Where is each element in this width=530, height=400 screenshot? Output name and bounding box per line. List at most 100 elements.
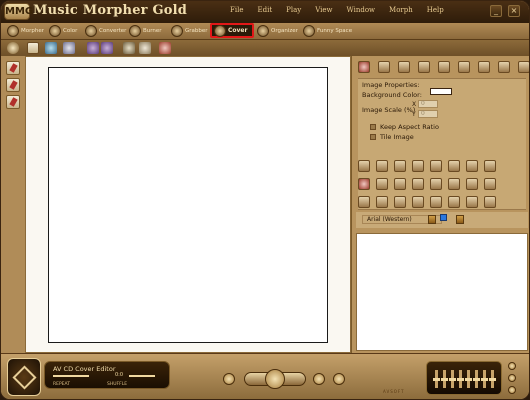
- text-align-4-icon[interactable]: [412, 196, 424, 208]
- preview-icon[interactable]: [139, 42, 151, 54]
- menu-file[interactable]: File: [223, 6, 250, 18]
- text-align-3-icon[interactable]: [394, 196, 406, 208]
- export-icon[interactable]: [159, 42, 171, 54]
- send-back-icon[interactable]: [466, 178, 478, 190]
- bring-front-icon[interactable]: [448, 178, 460, 190]
- home-icon[interactable]: [7, 42, 19, 54]
- color-dropdown-button[interactable]: [456, 215, 464, 224]
- text-align-1-icon[interactable]: [358, 196, 370, 208]
- menu-play[interactable]: Play: [279, 6, 308, 18]
- menu-view[interactable]: View: [308, 6, 339, 18]
- cover-icon: [214, 24, 226, 37]
- duplicate-icon[interactable]: [484, 178, 496, 190]
- cover-canvas[interactable]: [48, 67, 328, 343]
- rotate-icon[interactable]: [418, 61, 430, 73]
- crop-icon[interactable]: [378, 61, 390, 73]
- align-top-left-icon[interactable]: [458, 61, 470, 73]
- menu-window[interactable]: Window: [340, 6, 383, 18]
- align-left-icon[interactable]: [412, 160, 424, 172]
- tab-label: Morpher: [21, 28, 44, 34]
- redo-icon[interactable]: [101, 42, 113, 54]
- scale-x-input[interactable]: 0: [418, 100, 438, 108]
- eq-knob[interactable]: [473, 378, 480, 381]
- eq-knob[interactable]: [433, 378, 440, 381]
- cd-label-icon[interactable]: [6, 95, 20, 109]
- italic-icon[interactable]: [376, 160, 388, 172]
- underline-icon[interactable]: [394, 160, 406, 172]
- text-effect-icon[interactable]: [466, 160, 478, 172]
- save-icon[interactable]: [63, 42, 75, 54]
- open-file-icon[interactable]: [313, 373, 325, 385]
- eq-knob[interactable]: [441, 378, 448, 381]
- tab-morpher[interactable]: Morpher: [7, 24, 44, 38]
- layer-icon[interactable]: [430, 178, 442, 190]
- font-dropdown-button[interactable]: [428, 215, 436, 224]
- align-bottom-right-icon[interactable]: [518, 61, 529, 73]
- text-frame-icon[interactable]: [376, 178, 388, 190]
- tab-organizer[interactable]: Organizer: [257, 24, 298, 38]
- font-row: Arial (Western): [356, 212, 528, 228]
- eq-knob[interactable]: [489, 378, 496, 381]
- cover-text-area[interactable]: [356, 233, 528, 351]
- tab-color[interactable]: Color: [49, 24, 77, 38]
- scale-y-input[interactable]: 0: [418, 110, 438, 118]
- eq-knob[interactable]: [457, 378, 464, 381]
- print-icon[interactable]: [123, 42, 135, 54]
- text-align-2-icon[interactable]: [376, 196, 388, 208]
- align-bottom-left-icon[interactable]: [498, 61, 510, 73]
- eq-reset-icon[interactable]: [508, 374, 516, 382]
- move-icon[interactable]: [398, 61, 410, 73]
- keep-aspect-checkbox[interactable]: [370, 124, 376, 130]
- stretch-icon[interactable]: [438, 61, 450, 73]
- play-icon[interactable]: [265, 369, 285, 389]
- eq-knob[interactable]: [465, 378, 472, 381]
- insert-image-icon[interactable]: [358, 61, 370, 73]
- app-logo-icon: MMG: [4, 3, 33, 20]
- tab-burner[interactable]: Burner: [129, 24, 162, 38]
- stop-icon[interactable]: [223, 373, 235, 385]
- background-color-swatch[interactable]: [430, 88, 452, 95]
- repeat-label[interactable]: REPEAT: [53, 382, 70, 387]
- align-right-icon[interactable]: [448, 160, 460, 172]
- player-title: AV CD Cover Editor: [53, 365, 116, 373]
- text-align-5-icon[interactable]: [430, 196, 442, 208]
- minimize-button[interactable]: _: [490, 5, 502, 17]
- menu-morph[interactable]: Morph: [382, 6, 420, 18]
- text-align-6-icon[interactable]: [448, 196, 460, 208]
- align-center-icon[interactable]: [430, 160, 442, 172]
- tab-funny-space[interactable]: Funny Space: [303, 24, 352, 38]
- eq-knob[interactable]: [449, 378, 456, 381]
- text-align-8-icon[interactable]: [484, 196, 496, 208]
- eq-knob[interactable]: [481, 378, 488, 381]
- eject-icon[interactable]: [333, 373, 345, 385]
- bold-icon[interactable]: [358, 160, 370, 172]
- balance-slider[interactable]: [129, 375, 155, 377]
- volume-slider[interactable]: [53, 375, 89, 377]
- open-icon[interactable]: [45, 42, 57, 54]
- menu-help[interactable]: Help: [420, 6, 451, 18]
- tab-label: Cover: [228, 27, 248, 34]
- text-color-chip[interactable]: [440, 214, 447, 221]
- eq-toggle-icon[interactable]: [508, 362, 516, 370]
- tile-image-checkbox[interactable]: [370, 134, 376, 140]
- cover-side-tools: [1, 56, 25, 353]
- tab-label: Organizer: [271, 28, 298, 34]
- shuffle-label[interactable]: SHUFFLE: [107, 382, 127, 387]
- tab-grabber[interactable]: Grabber: [171, 24, 208, 38]
- undo-icon[interactable]: [87, 42, 99, 54]
- text-align-7-icon[interactable]: [466, 196, 478, 208]
- eq-preset-icon[interactable]: [508, 386, 516, 394]
- tab-label: Converter: [99, 28, 127, 34]
- rotate-right-icon[interactable]: [412, 178, 424, 190]
- rotate-left-icon[interactable]: [394, 178, 406, 190]
- text-shadow-icon[interactable]: [484, 160, 496, 172]
- insert-text-icon[interactable]: [358, 178, 370, 190]
- align-top-right-icon[interactable]: [478, 61, 490, 73]
- back-cover-icon[interactable]: [6, 78, 20, 92]
- close-button[interactable]: ×: [508, 5, 520, 17]
- front-cover-icon[interactable]: [6, 61, 20, 75]
- tab-cover[interactable]: Cover: [210, 23, 255, 38]
- tab-converter[interactable]: Converter: [85, 24, 126, 38]
- new-icon[interactable]: [27, 42, 39, 54]
- menu-edit[interactable]: Edit: [250, 6, 279, 18]
